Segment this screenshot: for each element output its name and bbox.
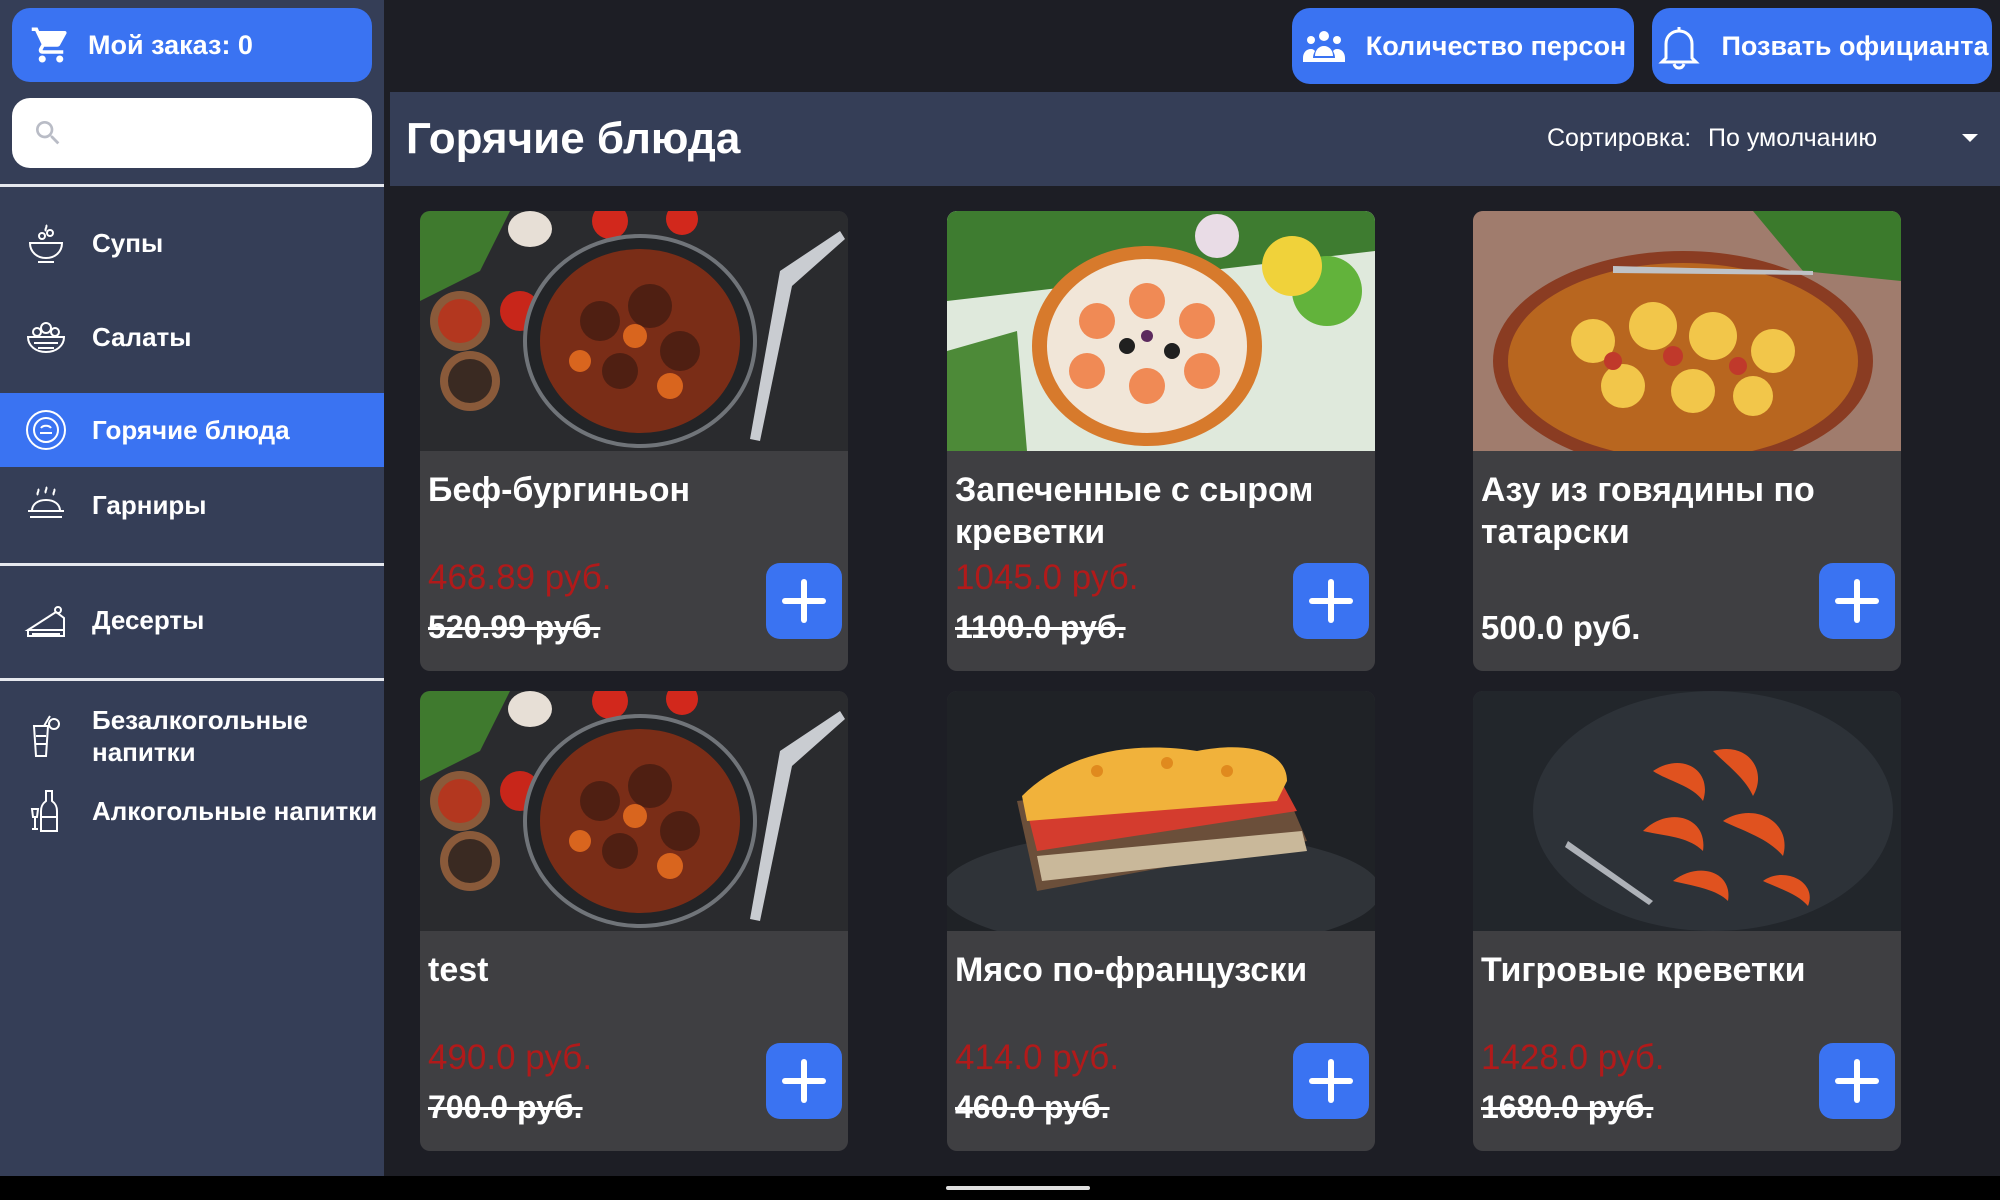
sidebar-item-soups[interactable]: Супы: [0, 206, 384, 280]
sidebar-item-label: Салаты: [92, 322, 192, 352]
sidebar-divider: [0, 678, 384, 681]
original-price: 1680.0 руб.: [1481, 1089, 1654, 1125]
product-price: 500.0 руб.: [1481, 609, 1641, 646]
my-order-button[interactable]: Мой заказ: 0: [12, 8, 372, 82]
sidebar-item-sides[interactable]: Гарниры: [0, 468, 384, 542]
discount-price: 468.89 руб.: [428, 558, 612, 597]
product-card[interactable]: Мясо по-французски 414.0 руб. 460.0 руб.: [947, 691, 1375, 1151]
sidebar-item-salads[interactable]: Салаты: [0, 300, 384, 374]
product-name: Запеченные с сыром креветки: [955, 471, 1314, 551]
call-waiter-label: Позвать официанта: [1721, 30, 1989, 61]
search-icon: [36, 121, 60, 145]
add-to-order-button[interactable]: [766, 1043, 842, 1119]
add-to-order-button[interactable]: [1293, 563, 1369, 639]
sidebar-item-label: Алкогольные напитки: [92, 796, 378, 826]
sidebar-item-label: Горячие блюда: [92, 415, 290, 445]
app-root: Мой заказ: 0 Супы Салаты Горячие блюда Г…: [0, 0, 2000, 1200]
dish-photo-beef-stew: [420, 691, 848, 931]
sidebar-item-desserts[interactable]: Десерты: [0, 583, 384, 657]
add-to-order-button[interactable]: [1819, 563, 1895, 639]
sidebar-item-label: Супы: [92, 228, 164, 258]
soup-icon: [28, 224, 64, 263]
call-waiter-button[interactable]: Позвать официанта: [1652, 8, 1992, 84]
sidebar-divider: [0, 184, 384, 187]
product-name: Азу из говядины по татарски: [1481, 471, 1815, 551]
dropdown-arrow-icon[interactable]: [1962, 134, 1978, 142]
sidebar-item-label: Гарниры: [92, 490, 207, 520]
home-indicator[interactable]: [946, 1186, 1090, 1190]
sidebar: Мой заказ: 0 Супы Салаты Горячие блюда Г…: [0, 0, 384, 1176]
sidebar-item-label: Десерты: [92, 605, 205, 635]
discount-price: 1045.0 руб.: [955, 558, 1139, 597]
product-card[interactable]: Азу из говядины по татарски 500.0 руб.: [1473, 211, 1901, 671]
sidebar-item-hot-dishes[interactable]: Горячие блюда: [0, 393, 384, 467]
wine-bottle-icon: [30, 790, 58, 832]
soft-drink-icon: [32, 715, 60, 757]
sort-label: Сортировка:: [1547, 124, 1692, 152]
persons-count-label: Количество персон: [1365, 30, 1627, 61]
page-title: Горячие блюда: [406, 114, 741, 163]
product-card[interactable]: Беф-бургиньон 468.89 руб. 520.99 руб.: [420, 211, 848, 671]
dish-photo-beef-stew: [420, 211, 848, 451]
product-card[interactable]: test 490.0 руб. 700.0 руб.: [420, 691, 848, 1151]
sidebar-divider: [0, 563, 384, 566]
original-price: 700.0 руб.: [428, 1089, 583, 1125]
discount-price: 1428.0 руб.: [1481, 1038, 1665, 1077]
hot-dish-icon: [26, 410, 66, 450]
add-to-order-button[interactable]: [766, 563, 842, 639]
product-card[interactable]: Тигровые креветки 1428.0 руб. 1680.0 руб…: [1473, 691, 1901, 1151]
product-name: Беф-бургиньон: [428, 471, 691, 509]
original-price: 520.99 руб.: [428, 609, 601, 645]
dish-photo-azu: [1473, 211, 1901, 451]
cake-icon: [24, 606, 65, 637]
dish-photo-tiger-prawns: [1473, 691, 1901, 931]
discount-price: 414.0 руб.: [955, 1038, 1120, 1077]
product-name: test: [428, 951, 489, 989]
sidebar-item-label: Безалкогольные напитки: [92, 705, 308, 767]
persons-count-button[interactable]: Количество персон: [1292, 8, 1634, 84]
my-order-label: Мой заказ: 0: [88, 29, 253, 60]
original-price: 460.0 руб.: [955, 1089, 1110, 1125]
bell-icon: [1658, 27, 1701, 70]
sort-dropdown[interactable]: По умолчанию: [1708, 124, 1877, 153]
category-header: Горячие блюда Сортировка: По умолчанию: [390, 92, 2000, 186]
side-dish-icon: [28, 486, 64, 518]
original-price: 1100.0 руб.: [955, 609, 1126, 645]
sidebar-item-soft-drinks[interactable]: Безалкогольные напитки: [0, 698, 384, 774]
product-name: Тигровые креветки: [1481, 951, 1806, 989]
add-to-order-button[interactable]: [1293, 1043, 1369, 1119]
add-to-order-button[interactable]: [1819, 1043, 1895, 1119]
cart-icon: [31, 27, 67, 63]
dish-photo-shrimp-salad: [947, 211, 1375, 451]
discount-price: 490.0 руб.: [428, 1038, 593, 1077]
sidebar-item-alcohol[interactable]: Алкогольные напитки: [0, 774, 384, 848]
people-group-icon: [1302, 31, 1345, 62]
product-card[interactable]: Запеченные с сыром креветки 1045.0 руб. …: [947, 211, 1375, 671]
product-name: Мясо по-французски: [955, 951, 1308, 989]
search-input[interactable]: [76, 119, 356, 147]
salad-icon: [26, 322, 66, 354]
dish-photo-french-meat: [947, 691, 1375, 931]
search-box[interactable]: [12, 98, 372, 168]
